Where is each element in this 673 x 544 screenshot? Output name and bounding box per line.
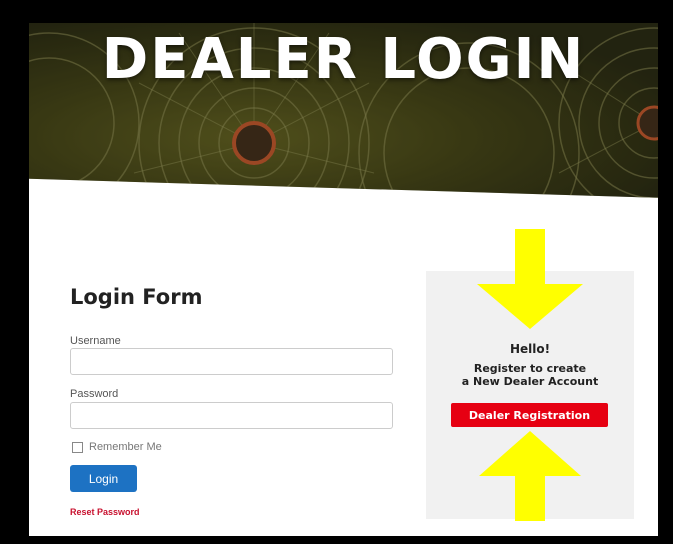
register-text-line1: Register to create [473,362,587,375]
password-input[interactable] [70,402,393,429]
hero-banner: DEALER LOGIN [29,23,658,198]
remember-me-checkbox[interactable] [72,441,83,453]
remember-me-row[interactable]: Remember Me [72,441,162,453]
page-title: DEALER LOGIN [101,27,586,92]
password-label: Password [70,388,119,400]
username-label: Username [70,335,121,347]
page-frame: DEALER LOGIN Login Form Username Passwor… [29,23,658,536]
dealer-registration-button[interactable]: Dealer Registration [451,403,608,427]
dealer-registration-panel: Hello! Register to create a New Dealer A… [426,229,634,521]
arrow-up-icon [479,431,581,521]
login-form-title: Login Form [70,285,203,309]
reset-password-link[interactable]: Reset Password [70,507,140,517]
remember-me-label: Remember Me [89,441,162,453]
login-button[interactable]: Login [70,465,137,492]
arrow-down-icon [477,229,583,329]
username-input[interactable] [70,348,393,375]
register-text-line2: a New Dealer Account [461,375,599,388]
hello-heading: Hello! [509,342,551,356]
